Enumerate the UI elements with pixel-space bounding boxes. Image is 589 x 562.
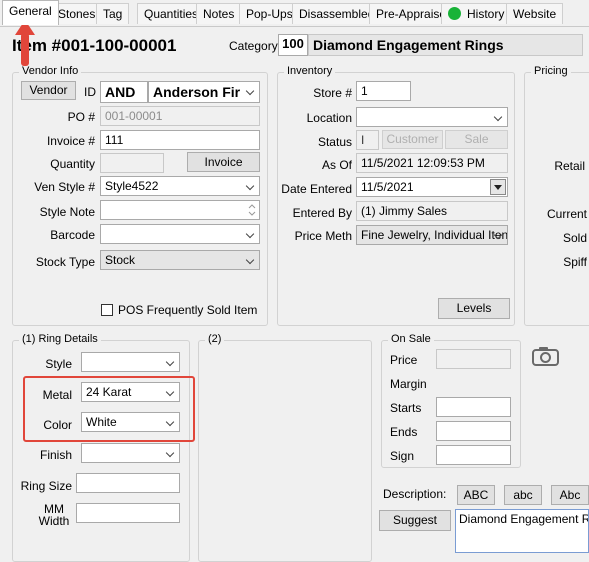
po-label: PO # — [67, 110, 95, 124]
invoice-label: Invoice # — [46, 134, 95, 148]
on-sale-sign-label: Sign — [390, 449, 415, 463]
ven-style-label: Ven Style # — [34, 180, 95, 194]
location-select[interactable] — [356, 107, 508, 127]
on-sale-price-field — [436, 349, 511, 369]
tab-website[interactable]: Website — [506, 3, 564, 24]
category-name-display: Diamond Engagement Rings — [308, 34, 583, 56]
store-field[interactable]: 1 — [356, 81, 411, 101]
quantity-field — [100, 153, 164, 173]
annotation-arrow-shaft — [21, 33, 29, 66]
sold-label: Sold — [562, 231, 587, 245]
on-sale-sign-field[interactable] — [436, 445, 511, 465]
on-sale-legend: On Sale — [388, 333, 434, 345]
location-label: Location — [306, 111, 352, 125]
tab-tag[interactable]: Tag — [96, 3, 130, 24]
date-entered-picker[interactable]: 11/5/2021 — [356, 177, 508, 197]
as-of-field: 11/5/2021 12:09:53 PM — [356, 153, 508, 173]
on-sale-margin-label: Margin — [390, 377, 427, 391]
entered-by-field: (1) Jimmy Sales — [356, 201, 508, 221]
status-label: Status — [317, 135, 352, 149]
as-of-label: As Of — [321, 158, 352, 172]
description-textarea[interactable]: Diamond Engagement Ring — [455, 509, 589, 553]
inventory-legend: Inventory — [284, 65, 336, 77]
price-meth-label: Price Meth — [294, 229, 352, 243]
customer-button: Customer — [382, 130, 443, 149]
style-note-label: Style Note — [39, 205, 95, 219]
sale-button: Sale — [445, 130, 508, 149]
ven-style-select[interactable]: Style4522 — [100, 176, 260, 196]
category-label: Category — [229, 39, 278, 53]
stock-type-select[interactable]: Stock — [100, 250, 260, 270]
on-sale-ends-label: Ends — [390, 425, 418, 439]
tab-notes[interactable]: Notes — [196, 3, 242, 24]
tab-disassembled[interactable]: Disassembled — [292, 3, 382, 24]
ring-style-select[interactable] — [81, 352, 180, 372]
tab-history-label: History — [467, 7, 505, 21]
quantity-label: Quantity — [50, 157, 95, 171]
vendor-id-field[interactable]: AND — [100, 81, 148, 103]
vendor-info-legend: Vendor Info — [19, 65, 82, 77]
vendor-id-label: ID — [84, 85, 96, 99]
retail-label: Retail — [554, 159, 585, 173]
invoice-button[interactable]: Invoice — [187, 152, 260, 172]
on-sale-ends-field[interactable] — [436, 421, 511, 441]
status-field: I — [356, 130, 379, 150]
date-picker-dropdown[interactable] — [490, 179, 506, 195]
triangle-down-icon — [494, 185, 502, 190]
camera-button[interactable] — [531, 345, 561, 367]
tab-pop-ups[interactable]: Pop-Ups — [239, 3, 300, 24]
current-label: Current — [546, 207, 587, 221]
vendor-button[interactable]: Vendor — [21, 81, 76, 100]
stock-type-label: Stock Type — [35, 255, 95, 269]
lowercase-button[interactable]: abc — [504, 485, 542, 505]
invoice-field[interactable]: 111 — [100, 130, 260, 150]
status-green-dot-icon — [448, 7, 461, 20]
levels-button[interactable]: Levels — [438, 298, 510, 319]
finish-label: Finish — [39, 448, 72, 462]
ring-details-2-legend: (2) — [205, 333, 225, 345]
highlight-annotation-box — [23, 376, 195, 442]
pos-frequently-sold-label: POS Frequently Sold Item — [118, 303, 258, 317]
pricing-legend: Pricing — [531, 65, 571, 77]
uppercase-button[interactable]: ABC — [457, 485, 495, 505]
barcode-label: Barcode — [50, 228, 95, 242]
style-note-spinner[interactable] — [246, 202, 258, 218]
item-title: Item #001-100-00001 — [12, 36, 177, 55]
vendor-name-select[interactable]: Anderson Fir — [148, 81, 260, 103]
mm-width-label: MM Width — [38, 502, 70, 528]
po-field: 001-00001 — [100, 106, 260, 126]
camera-icon — [532, 347, 559, 366]
tab-stones[interactable]: Stones — [51, 3, 103, 24]
on-sale-price-label: Price — [390, 353, 418, 367]
pos-frequently-sold-checkbox[interactable] — [101, 304, 113, 316]
on-sale-starts-field[interactable] — [436, 397, 511, 417]
spiff-label: Spiff — [563, 255, 587, 269]
suggest-button[interactable]: Suggest — [379, 510, 451, 531]
tab-general[interactable]: General — [2, 0, 59, 25]
price-meth-select[interactable]: Fine Jewelry, Individual Iten — [356, 225, 508, 245]
pricing-group: Pricing — [524, 65, 589, 326]
finish-select[interactable] — [81, 443, 180, 463]
tab-history[interactable]: History — [441, 3, 512, 24]
spinner-arrows-icon — [248, 204, 256, 216]
ring-size-field[interactable] — [76, 473, 180, 493]
date-entered-label: Date Entered — [281, 182, 352, 196]
barcode-select[interactable] — [100, 224, 260, 244]
ring-details-2-group: (2) — [198, 333, 372, 562]
tab-quantities[interactable]: Quantities — [137, 3, 206, 24]
store-label: Store # — [313, 86, 352, 100]
mm-width-field[interactable] — [76, 503, 180, 523]
tab-bar: General Stones Tag Quantities Notes Pop-… — [0, 0, 589, 27]
style-note-field[interactable] — [100, 200, 260, 220]
titlecase-button[interactable]: Abc — [551, 485, 589, 505]
ring-style-label: Style — [45, 357, 72, 371]
ring-details-legend: (1) Ring Details — [19, 333, 101, 345]
on-sale-starts-label: Starts — [390, 401, 422, 415]
category-code-field[interactable]: 100 — [278, 34, 308, 56]
entered-by-label: Entered By — [292, 206, 352, 220]
description-label: Description: — [383, 487, 447, 501]
ring-size-label: Ring Size — [20, 479, 72, 493]
